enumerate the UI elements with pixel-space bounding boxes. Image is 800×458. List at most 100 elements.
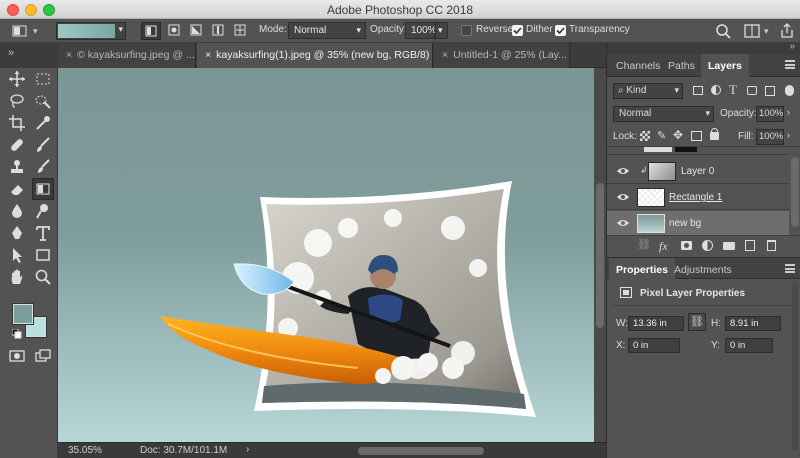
lock-pixels-icon[interactable]: ✎ <box>657 129 666 142</box>
reverse-checkbox[interactable] <box>461 25 472 36</box>
workspace-button[interactable] <box>742 22 762 40</box>
blur-tool[interactable] <box>8 202 26 220</box>
properties-scrollbar-track[interactable] <box>792 281 798 451</box>
history-brush-tool[interactable] <box>34 158 52 176</box>
filter-toggle-icon[interactable] <box>785 85 794 96</box>
vertical-scroll-thumb[interactable] <box>596 183 604 328</box>
chevron-right-icon[interactable]: › <box>787 130 790 140</box>
share-button[interactable] <box>778 22 796 40</box>
close-icon[interactable]: × <box>442 49 448 61</box>
gradient-tool[interactable] <box>32 178 54 200</box>
layer-filter-select[interactable]: ⌕ Kind ▾ <box>613 83 683 99</box>
brush-tool[interactable] <box>34 136 52 154</box>
layer-opacity-input[interactable]: 100% <box>756 106 784 122</box>
eye-icon[interactable] <box>617 218 629 228</box>
trash-icon[interactable] <box>767 240 776 251</box>
quick-mask-button[interactable] <box>8 347 26 365</box>
tab-properties[interactable]: Properties <box>609 258 675 280</box>
tab-kayaksurfing-1[interactable]: × kayaksurfing(1).jpeg @ 35% (new bg, RGB… <box>197 43 433 68</box>
tab-adjustments[interactable]: Adjustments <box>667 258 739 281</box>
eraser-tool[interactable] <box>8 180 26 198</box>
chevron-down-icon[interactable]: ▾ <box>118 24 123 35</box>
eye-icon[interactable] <box>617 192 629 202</box>
chevron-down-icon[interactable]: ▾ <box>33 22 45 40</box>
eye-icon[interactable] <box>617 166 629 176</box>
new-group-icon[interactable] <box>723 242 735 250</box>
tab-kayaksurfing[interactable]: × © kayaksurfing.jpeg @ ... <box>58 43 196 68</box>
document-canvas[interactable] <box>58 68 594 442</box>
panel-menu-icon[interactable] <box>785 60 795 69</box>
angle-gradient-button[interactable] <box>187 22 205 40</box>
default-colors-button[interactable] <box>11 326 22 339</box>
layer-name[interactable]: Layer 0 <box>681 166 714 177</box>
crop-tool[interactable] <box>8 114 26 132</box>
dodge-tool[interactable] <box>34 202 52 220</box>
width-field[interactable]: 13.36 in <box>628 316 684 331</box>
gradient-swatch[interactable] <box>58 24 115 38</box>
healing-brush-tool[interactable] <box>8 136 26 154</box>
tab-layers[interactable]: Layers <box>701 54 749 77</box>
layer-style-button[interactable]: fx <box>659 239 668 254</box>
type-tool[interactable] <box>34 224 52 242</box>
layer-row[interactable]: Rectangle 1 <box>607 185 789 210</box>
height-field[interactable]: 8.91 in <box>725 316 781 331</box>
rectangle-tool[interactable] <box>34 246 52 264</box>
transparency-checkbox[interactable] <box>555 25 566 36</box>
layers-scrollbar[interactable] <box>791 157 799 227</box>
zoom-tool[interactable] <box>34 268 52 286</box>
search-button[interactable] <box>714 22 732 40</box>
lasso-tool[interactable] <box>8 92 26 110</box>
close-icon[interactable]: × <box>66 49 72 61</box>
status-menu-arrow[interactable]: › <box>246 444 249 455</box>
expand-panels-icon[interactable]: » <box>8 47 14 59</box>
opacity-input[interactable]: 100% <box>405 22 437 39</box>
add-mask-icon[interactable] <box>681 241 692 250</box>
layer-name[interactable]: Rectangle 1 <box>669 192 722 203</box>
zoom-level[interactable]: 35.05% <box>68 445 102 456</box>
path-selection-tool[interactable] <box>8 246 26 264</box>
lock-position-icon[interactable]: ✥ <box>673 128 683 142</box>
y-field[interactable]: 0 in <box>725 338 773 353</box>
tab-channels[interactable]: Channels <box>609 54 667 77</box>
layer-row-selected[interactable]: new bg <box>607 211 789 235</box>
vertical-scrollbar[interactable] <box>594 68 606 442</box>
link-dimensions-button[interactable]: ⛓ <box>688 313 706 331</box>
layer-name[interactable]: new bg <box>669 218 701 229</box>
filter-shape-icon[interactable] <box>747 86 757 95</box>
lock-artboard-icon[interactable] <box>691 131 702 141</box>
mode-select[interactable]: Normal ▾ <box>288 22 366 39</box>
radial-gradient-button[interactable] <box>165 22 183 40</box>
panel-menu-icon[interactable] <box>785 264 795 273</box>
blend-mode-select[interactable]: Normal ▾ <box>613 106 714 122</box>
adjustment-layer-icon[interactable] <box>702 240 713 251</box>
close-icon[interactable]: × <box>205 49 211 61</box>
diamond-gradient-button[interactable] <box>231 22 249 40</box>
clone-stamp-tool[interactable] <box>8 158 26 176</box>
collapse-panels-icon[interactable]: » <box>789 41 795 52</box>
lock-transparent-icon[interactable] <box>640 131 650 141</box>
quick-selection-tool[interactable] <box>34 92 52 110</box>
reflected-gradient-button[interactable] <box>209 22 227 40</box>
tab-paths[interactable]: Paths <box>661 54 702 77</box>
foreground-color-swatch[interactable] <box>12 303 34 325</box>
dither-checkbox[interactable] <box>512 25 523 36</box>
gradient-picker[interactable]: ▾ <box>56 22 126 40</box>
x-field[interactable]: 0 in <box>628 338 680 353</box>
chevron-down-icon[interactable]: ▾ <box>764 22 774 40</box>
opacity-dropdown[interactable]: ▾ <box>435 22 448 39</box>
lock-all-icon[interactable] <box>710 128 719 140</box>
link-layers-icon[interactable]: ⛓ <box>637 238 651 251</box>
filter-adjustment-icon[interactable] <box>711 85 721 95</box>
horizontal-scroll-thumb[interactable] <box>358 447 484 455</box>
chevron-right-icon[interactable]: › <box>787 107 790 117</box>
filter-pixel-icon[interactable] <box>693 86 703 95</box>
filter-type-icon[interactable]: T <box>729 82 737 98</box>
move-tool[interactable] <box>8 70 26 88</box>
pen-tool[interactable] <box>8 224 26 242</box>
tool-preset-picker[interactable] <box>10 22 30 40</box>
linear-gradient-button[interactable] <box>141 22 161 40</box>
tab-untitled-1[interactable]: × Untitled-1 @ 25% (Lay... <box>434 43 570 68</box>
hand-tool[interactable] <box>8 268 26 286</box>
screen-mode-button[interactable] <box>34 347 52 365</box>
marquee-tool[interactable] <box>34 70 52 88</box>
